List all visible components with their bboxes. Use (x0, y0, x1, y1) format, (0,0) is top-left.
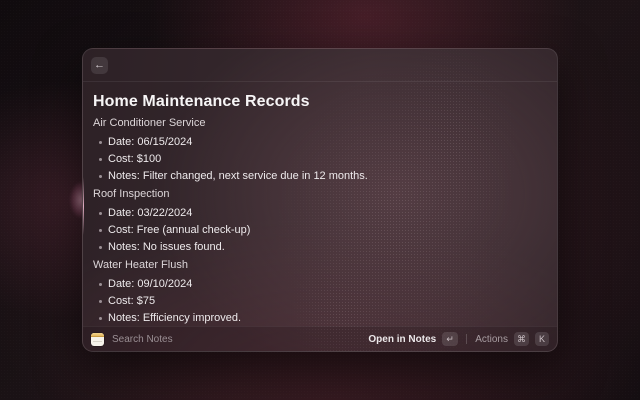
bullet-list: Date: 03/22/2024Cost: Free (annual check… (93, 205, 541, 256)
launcher-window: ← Home Maintenance Records Air Condition… (82, 48, 558, 352)
bullet-list: Date: 06/15/2024Cost: $100Notes: Filter … (93, 134, 541, 185)
section-title: Roof Inspection (93, 187, 541, 201)
notes-app-icon (91, 333, 104, 346)
bullet-item: Date: 03/22/2024 (108, 205, 541, 222)
bullet-item: Date: 06/15/2024 (108, 134, 541, 151)
section-title: Water Heater Flush (93, 258, 541, 272)
bullet-item: Date: 09/10/2024 (108, 276, 541, 293)
cmd-key-icon: ⌘ (514, 332, 529, 346)
section-title: Air Conditioner Service (93, 116, 541, 130)
bullet-item: Notes: No issues found. (108, 239, 541, 256)
note-title: Home Maintenance Records (93, 92, 541, 112)
bullet-item: Notes: Filter changed, next service due … (108, 168, 541, 185)
search-placeholder: Search Notes (112, 334, 173, 345)
desktop-background: ← Home Maintenance Records Air Condition… (0, 0, 640, 400)
note-sections: Air Conditioner ServiceDate: 06/15/2024C… (93, 116, 541, 326)
search-notes-field[interactable]: Search Notes (91, 333, 368, 346)
back-button[interactable]: ← (91, 57, 108, 74)
bullet-item: Notes: Efficiency improved. (108, 310, 541, 326)
footer-divider (466, 334, 467, 344)
return-key-icon: ↵ (442, 332, 458, 346)
bullet-list: Date: 09/10/2024Cost: $75Notes: Efficien… (93, 276, 541, 326)
open-in-notes-button[interactable]: Open in Notes (368, 334, 436, 345)
back-arrow-icon: ← (94, 57, 105, 74)
bullet-item: Cost: Free (annual check-up) (108, 222, 541, 239)
k-key-icon: K (535, 332, 549, 346)
footer-actions: Open in Notes ↵ Actions ⌘ K (368, 332, 549, 346)
note-content: Home Maintenance Records Air Conditioner… (83, 82, 557, 326)
window-header: ← (83, 49, 557, 82)
bullet-item: Cost: $100 (108, 151, 541, 168)
actions-button[interactable]: Actions (475, 334, 508, 345)
footer-action-bar: Search Notes Open in Notes ↵ Actions ⌘ K (83, 326, 557, 351)
bullet-item: Cost: $75 (108, 293, 541, 310)
